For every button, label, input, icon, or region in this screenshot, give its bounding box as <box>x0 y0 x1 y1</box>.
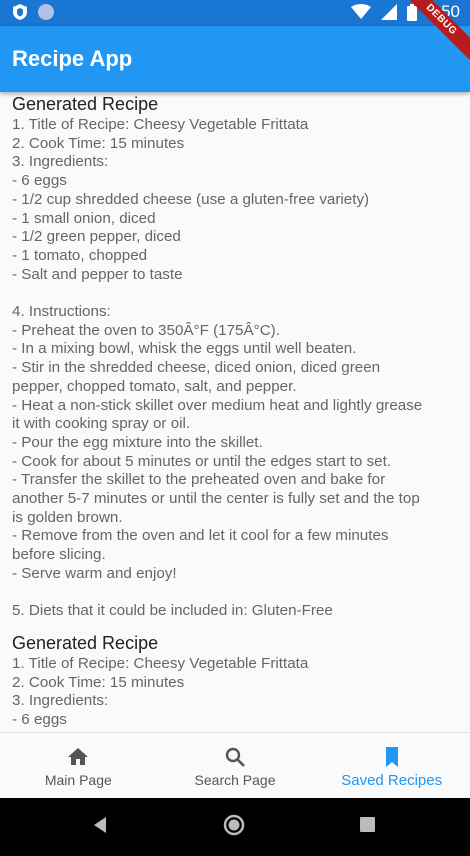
recipe-list[interactable]: Generated Recipe 1. Title of Recipe: Che… <box>0 92 470 732</box>
recipe-card: Generated Recipe 1. Title of Recipe: Che… <box>0 94 470 621</box>
recipe-line: - Serve warm and enjoy! <box>12 564 177 582</box>
recipe-line: another 5-7 minutes or until the center … <box>12 490 420 508</box>
recipe-line: is golden brown. <box>12 508 123 526</box>
recents-icon[interactable] <box>360 817 375 832</box>
recipe-line: 1. Title of Recipe: Cheesy Vegetable Fri… <box>12 116 309 133</box>
recipe-body: 1. Title of Recipe: Cheesy Vegetable Fri… <box>12 655 458 732</box>
status-bar: 4:50 <box>0 0 470 26</box>
recipe-line: 3. Ingredients: <box>12 153 109 171</box>
recipe-line: - Transfer the skillet to the preheated … <box>12 471 386 489</box>
recipe-line: 4. Instructions: <box>12 303 111 321</box>
nav-main-page[interactable]: Main Page <box>0 733 157 798</box>
nav-label: Main Page <box>44 772 112 788</box>
home-button-icon[interactable] <box>223 814 245 836</box>
signal-icon <box>380 4 397 20</box>
nav-label: Saved Recipes <box>341 772 443 789</box>
bottom-navigation: Main Page Search Page Saved Recipes <box>0 732 470 798</box>
recipe-card: Generated Recipe 1. Title of Recipe: Che… <box>0 633 470 732</box>
recipe-line: - Heat a non-stick skillet over medium h… <box>12 396 423 414</box>
page-title: Recipe App <box>12 46 133 71</box>
recipe-line: - 6 eggs <box>12 172 67 190</box>
recipe-line: 5. Diets that it could be included in: G… <box>12 602 333 620</box>
recipe-line: - Salt and pepper to taste <box>12 265 183 283</box>
nav-label: Search Page <box>194 772 276 788</box>
recipe-line: - 1/2 green pepper, diced <box>12 228 181 246</box>
notification-dot-icon <box>38 4 54 20</box>
recipe-line: - Remove from the oven and let it cool f… <box>12 527 389 545</box>
recipe-heading: Generated Recipe <box>12 94 159 114</box>
recipe-line: it with cooking spray or oil. <box>12 415 191 433</box>
recipe-line: - In a mixing bowl, whisk the eggs until… <box>12 340 357 358</box>
recipe-line: - Cook for about 5 minutes or until the … <box>12 452 392 470</box>
recipe-line: 2. Cook Time: 15 minutes <box>12 134 185 152</box>
recipe-line: - Preheat the oven to 350Â°F (175Â°C). <box>12 321 280 339</box>
recipe-line: - 1 small onion, diced <box>12 209 156 227</box>
app-bar: Recipe App <box>0 26 470 92</box>
recipe-heading: Generated Recipe <box>12 632 159 653</box>
nav-search-page[interactable]: Search Page <box>157 733 314 798</box>
recipe-line: - 6 eggs <box>12 711 67 729</box>
bookmark-icon <box>385 747 398 767</box>
recipe-line: - 1/2 cup shredded cheese (use a gluten-… <box>12 190 370 208</box>
system-navigation-bar <box>0 798 470 856</box>
recipe-line: - Pour the egg mixture into the skillet. <box>12 433 263 451</box>
recipe-line: - Stir in the shredded cheese, diced oni… <box>12 359 381 377</box>
recipe-line: 2. Cook Time: 15 minutes <box>12 673 185 691</box>
wifi-icon <box>350 4 371 19</box>
recipe-line: pepper, chopped tomato, salt, and pepper… <box>12 377 297 395</box>
recipe-body: 1. Title of Recipe: Cheesy Vegetable Fri… <box>12 116 458 621</box>
nav-saved-recipes[interactable]: Saved Recipes <box>313 733 470 798</box>
recipe-line: - 1 tomato, chopped <box>12 246 148 264</box>
shield-icon <box>13 4 27 20</box>
recipe-line: 1. Title of Recipe: Cheesy Vegetable Fri… <box>12 654 309 672</box>
recipe-line: before slicing. <box>12 546 106 564</box>
back-icon[interactable] <box>92 816 108 834</box>
recipe-line: 3. Ingredients: <box>12 692 109 710</box>
home-icon <box>68 748 89 765</box>
search-icon <box>225 747 245 767</box>
